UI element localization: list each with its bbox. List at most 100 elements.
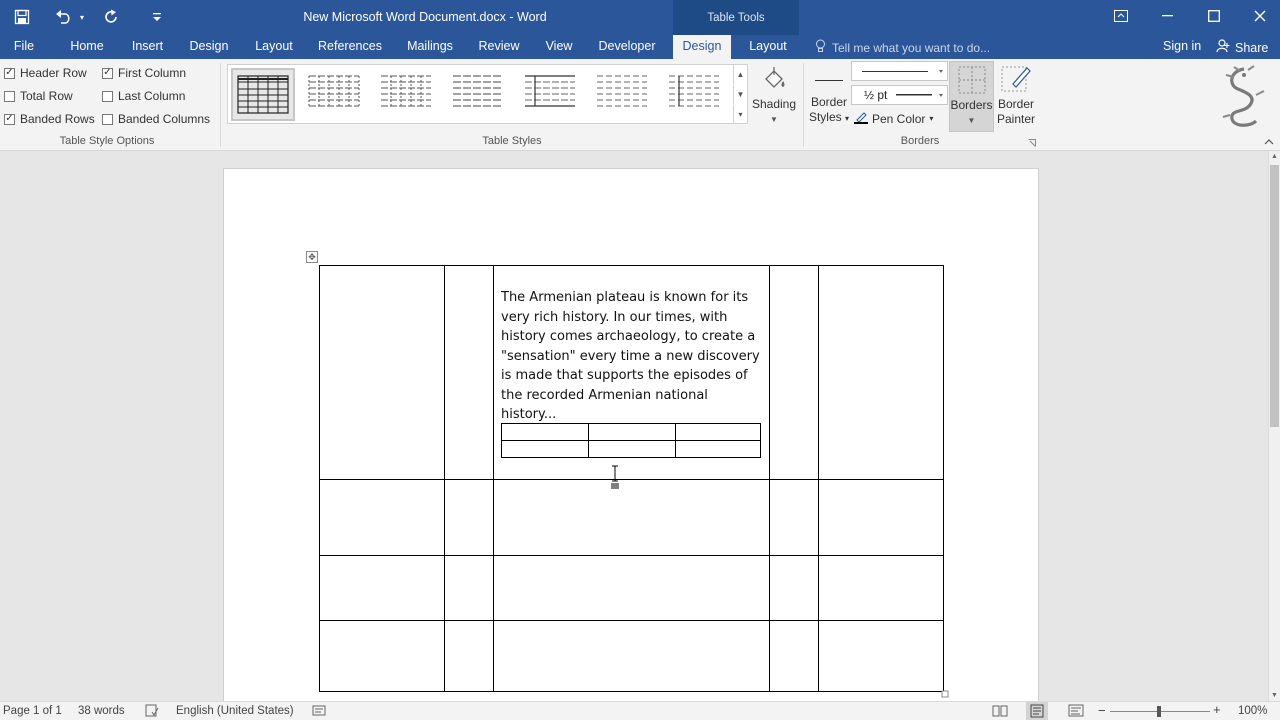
tab-layout[interactable]: Layout [250, 35, 298, 59]
page[interactable]: ✥ The Armenian plateau is known for its [223, 168, 1039, 701]
ribbon-display-options-icon[interactable] [1098, 0, 1144, 32]
borders-button[interactable]: Borders ▼ [949, 61, 994, 132]
pen-color-button[interactable]: Pen Color ▾ [854, 110, 933, 127]
cell-paragraph[interactable]: The Armenian plateau is known for its ve… [501, 288, 763, 425]
web-layout-icon[interactable] [1068, 704, 1084, 720]
paragraph-line: history comes archaeology, to create a [501, 329, 756, 344]
status-bar: Page 1 of 1 38 words English (United Sta… [0, 701, 1280, 720]
gallery-scroll-up-icon[interactable]: ▲ [733, 65, 747, 84]
line-weight-dropdown[interactable]: ½ pt [851, 85, 948, 105]
macro-recording-icon[interactable] [312, 704, 326, 720]
chevron-down-icon: ▾ [929, 114, 934, 123]
share-label: Share [1235, 40, 1269, 55]
table-style-plain-2[interactable] [376, 68, 440, 121]
page-count[interactable]: Page 1 of 1 [3, 705, 62, 717]
border-painter-button[interactable]: Border Painter [994, 61, 1038, 127]
tab-insert[interactable]: Insert [125, 35, 170, 59]
border-line-icon [806, 71, 852, 91]
zoom-slider-thumb[interactable] [1157, 706, 1161, 717]
maximize-icon[interactable] [1191, 0, 1237, 32]
gallery-more-icon[interactable]: ▾ [733, 105, 747, 124]
checkmark-icon: ✓ [4, 67, 15, 79]
borders-group-label: Borders [900, 135, 940, 147]
border-styles-label-1: Border [810, 95, 848, 109]
first-column-checkbox[interactable]: ✓ First Column [102, 66, 186, 80]
zoom-out-icon[interactable]: − [1098, 703, 1106, 718]
print-layout-icon[interactable] [1026, 702, 1048, 720]
tab-home[interactable]: Home [64, 35, 110, 59]
tab-file[interactable]: File [6, 35, 42, 59]
table-style-grid-table-1[interactable] [664, 68, 728, 121]
title-bar: ▾ New Microsoft Word Document.docx - Wor… [0, 0, 1280, 35]
table-style-plain-1[interactable] [304, 68, 368, 121]
checkbox-label: Banded Columns [118, 112, 211, 126]
last-column-checkbox[interactable]: Last Column [102, 89, 185, 103]
language[interactable]: English (United States) [176, 705, 294, 717]
document-area[interactable]: ✥ The Armenian plateau is known for its [0, 151, 1268, 701]
paragraph-line: "sensation" every time a new discovery [501, 348, 760, 364]
scrollbar-thumb[interactable] [1270, 165, 1279, 427]
checkbox-label: Total Row [20, 89, 73, 103]
word-count[interactable]: 38 words [78, 705, 125, 717]
checkbox-label: First Column [118, 66, 187, 80]
table-style-grid-selected[interactable] [231, 68, 295, 121]
tab-table-layout[interactable]: Layout [741, 35, 795, 59]
checkmark-icon: ✓ [4, 113, 15, 125]
table-style-plain-4[interactable] [520, 68, 584, 121]
tab-table-design[interactable]: Design [673, 35, 731, 59]
header-row-checkbox[interactable]: ✓ Header Row [4, 66, 87, 80]
borders-dialog-launcher-icon[interactable] [1028, 139, 1036, 149]
unchecked-box [4, 90, 15, 102]
scroll-up-icon[interactable]: ▲ [1271, 153, 1278, 160]
checkbox-label: Header Row [20, 66, 87, 80]
paragraph-line: the recorded Armenian national [501, 387, 708, 403]
line-style-dropdown[interactable] [851, 61, 948, 81]
zoom-in-icon[interactable]: + [1213, 702, 1221, 717]
tab-review[interactable]: Review [475, 35, 523, 59]
checkmark-icon: ✓ [102, 67, 113, 79]
tell-me-placeholder: Tell me what you want to do... [832, 40, 991, 55]
group-divider [220, 63, 221, 147]
tab-references[interactable]: References [314, 35, 386, 59]
tab-mailings[interactable]: Mailings [400, 35, 460, 59]
total-row-checkbox[interactable]: Total Row [4, 89, 73, 103]
share-button[interactable]: Share [1216, 39, 1268, 56]
banded-rows-checkbox[interactable]: ✓ Banded Rows [4, 112, 95, 126]
minimize-icon[interactable] [1145, 0, 1191, 32]
proofing-icon[interactable] [145, 704, 159, 720]
checkbox-label: Banded Rows [20, 112, 95, 126]
border-styles-button[interactable]: Border Styles ▾ [806, 71, 852, 126]
pen-icon [854, 110, 868, 127]
tab-view[interactable]: View [538, 35, 580, 59]
gallery-scroll-down-icon[interactable]: ▼ [733, 85, 747, 104]
scroll-down-icon[interactable]: ▼ [1271, 692, 1278, 699]
outer-table-grid[interactable] [224, 169, 1040, 701]
border-painter-label-1: Border [997, 97, 1035, 111]
paint-bucket-icon [750, 61, 798, 97]
table-style-plain-3[interactable] [448, 68, 512, 121]
tell-me-box[interactable]: Tell me what you want to do... [815, 39, 990, 56]
lightbulb-icon [815, 39, 826, 56]
table-styles-gallery: ▲ ▼ ▾ [227, 64, 748, 124]
paragraph-line: is made that supports the episodes of [501, 368, 748, 383]
close-icon[interactable] [1237, 0, 1280, 32]
tab-design[interactable]: Design [184, 35, 234, 59]
dragon-logo-icon [1220, 65, 1268, 134]
zoom-level[interactable]: 100% [1238, 705, 1267, 717]
collapse-ribbon-icon[interactable] [1264, 137, 1274, 148]
table-style-plain-5[interactable] [592, 68, 656, 121]
banded-columns-checkbox[interactable]: Banded Columns [102, 112, 210, 126]
read-mode-icon[interactable] [992, 704, 1008, 720]
shading-button[interactable]: Shading ▼ [750, 61, 798, 127]
sign-in-link[interactable]: Sign in [1163, 39, 1201, 53]
border-painter-icon [994, 61, 1038, 97]
shading-label: Shading [751, 97, 797, 111]
table-styles-label: Table Styles [482, 135, 542, 147]
borders-label: Borders [950, 98, 993, 112]
paragraph-line: very rich history. In our times, with [501, 309, 728, 325]
chevron-down-icon: ▼ [967, 116, 976, 125]
tab-developer[interactable]: Developer [594, 35, 660, 59]
borders-icon [950, 62, 993, 98]
border-painter-label-2: Painter [996, 112, 1036, 126]
vertical-scrollbar[interactable]: ▲ ▼ [1268, 151, 1280, 701]
